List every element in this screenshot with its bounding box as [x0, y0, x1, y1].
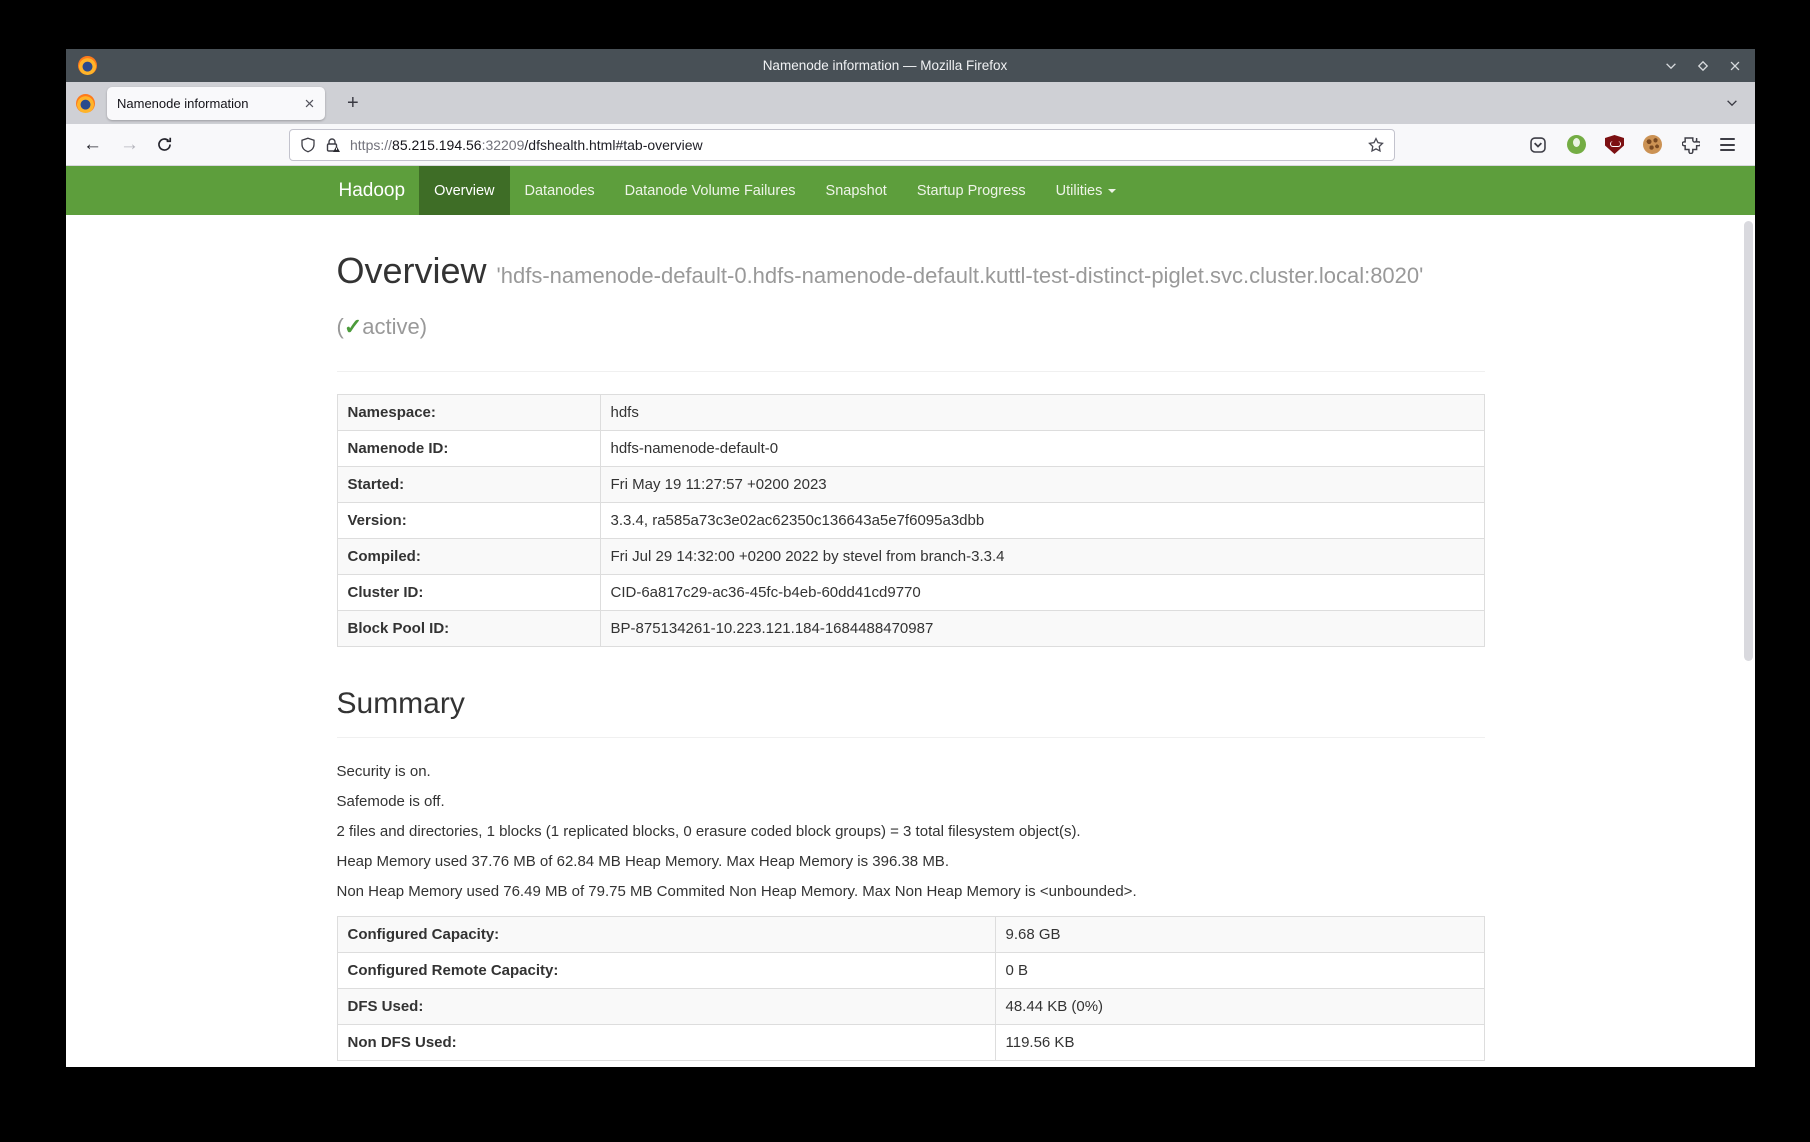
capacity-table: Configured Capacity: 9.68 GB Configured …: [337, 916, 1485, 1061]
hadoop-navbar: Hadoop Overview Datanodes Datanode Volum…: [66, 166, 1755, 215]
status-open-paren: (: [337, 314, 344, 339]
table-row: Namenode ID: hdfs-namenode-default-0: [337, 431, 1484, 467]
table-row: Configured Capacity: 9.68 GB: [337, 917, 1484, 953]
summary-line: Non Heap Memory used 76.49 MB of 79.75 M…: [337, 882, 1485, 902]
row-label: DFS Used:: [337, 989, 995, 1025]
cookie-extension-icon[interactable]: [1643, 135, 1662, 154]
table-row: Started: Fri May 19 11:27:57 +0200 2023: [337, 467, 1484, 503]
cluster-info-table: Namespace: hdfs Namenode ID: hdfs-nameno…: [337, 394, 1485, 647]
table-row: DFS Used: 48.44 KB (0%): [337, 989, 1484, 1025]
firefox-window: Namenode information — Mozilla Firefox N…: [66, 49, 1755, 1067]
url-scheme: https://: [350, 137, 392, 153]
forward-button[interactable]: →: [115, 135, 144, 154]
summary-line: Security is on.: [337, 762, 1485, 782]
tab-close-icon[interactable]: [304, 98, 315, 109]
row-value: Fri May 19 11:27:57 +0200 2023: [600, 467, 1484, 503]
nav-item-snapshot[interactable]: Snapshot: [811, 166, 902, 215]
row-value: BP-875134261-10.223.121.184-168448847098…: [600, 611, 1484, 647]
row-label: Configured Capacity:: [337, 917, 995, 953]
menu-hamburger-icon[interactable]: [1720, 138, 1735, 151]
chevron-down-icon: [1108, 189, 1116, 193]
url-bar[interactable]: https://85.215.194.56:32209/dfshealth.ht…: [289, 129, 1395, 161]
row-value: 3.3.4, ra585a73c3e02ac62350c136643a5e7f6…: [600, 503, 1484, 539]
row-value: 0 B: [995, 953, 1484, 989]
extensions-puzzle-icon[interactable]: [1681, 135, 1701, 155]
navbar-brand[interactable]: Hadoop: [337, 166, 420, 215]
overview-title: Overview: [337, 250, 487, 291]
row-label: Version:: [337, 503, 600, 539]
table-row: Block Pool ID: BP-875134261-10.223.121.1…: [337, 611, 1484, 647]
row-label: Compiled:: [337, 539, 600, 575]
privacy-extension-icon[interactable]: [1567, 135, 1586, 154]
page-content: Overview 'hdfs-namenode-default-0.hdfs-n…: [66, 215, 1755, 1067]
overview-heading: Overview 'hdfs-namenode-default-0.hdfs-n…: [337, 245, 1485, 372]
row-label: Block Pool ID:: [337, 611, 600, 647]
table-row: Configured Remote Capacity: 0 B: [337, 953, 1484, 989]
row-label: Cluster ID:: [337, 575, 600, 611]
firefox-icon: [78, 56, 97, 75]
shield-icon[interactable]: [300, 137, 316, 153]
list-tabs-icon[interactable]: [1725, 96, 1739, 110]
row-value: CID-6a817c29-ac36-45fc-b4eb-60dd41cd9770: [600, 575, 1484, 611]
table-row: Compiled: Fri Jul 29 14:32:00 +0200 2022…: [337, 539, 1484, 575]
row-value: hdfs: [600, 395, 1484, 431]
firefox-view-icon[interactable]: [76, 94, 95, 113]
row-value: 9.68 GB: [995, 917, 1484, 953]
back-button[interactable]: ←: [78, 135, 107, 154]
table-row: Cluster ID: CID-6a817c29-ac36-45fc-b4eb-…: [337, 575, 1484, 611]
nav-item-datanode-volume-failures[interactable]: Datanode Volume Failures: [610, 166, 811, 215]
nav-item-startup-progress[interactable]: Startup Progress: [902, 166, 1041, 215]
scrollbar[interactable]: [1744, 221, 1753, 661]
table-row: Version: 3.3.4, ra585a73c3e02ac62350c136…: [337, 503, 1484, 539]
url-text[interactable]: https://85.215.194.56:32209/dfshealth.ht…: [350, 137, 1360, 153]
close-icon[interactable]: [1727, 58, 1743, 74]
pocket-icon[interactable]: [1528, 135, 1548, 155]
summary-line: Safemode is off.: [337, 792, 1485, 812]
new-tab-button[interactable]: +: [341, 93, 365, 113]
reload-icon[interactable]: [152, 136, 177, 153]
nav-item-datanodes[interactable]: Datanodes: [510, 166, 610, 215]
row-value: hdfs-namenode-default-0: [600, 431, 1484, 467]
summary-line: 2 files and directories, 1 blocks (1 rep…: [337, 822, 1485, 842]
row-label: Non DFS Used:: [337, 1025, 995, 1061]
url-host: 85.215.194.56: [392, 137, 482, 153]
minimize-icon[interactable]: [1663, 58, 1679, 74]
row-label: Configured Remote Capacity:: [337, 953, 995, 989]
summary-line: Heap Memory used 37.76 MB of 62.84 MB He…: [337, 852, 1485, 872]
row-label: Namespace:: [337, 395, 600, 431]
url-path: /dfshealth.html: [524, 137, 615, 153]
desktop-background: Namenode information — Mozilla Firefox N…: [0, 0, 1810, 1142]
nav-item-utilities-label: Utilities: [1056, 183, 1103, 199]
check-icon: ✓: [344, 314, 362, 339]
url-port: :32209: [482, 137, 525, 153]
tab-strip: Namenode information +: [66, 82, 1755, 124]
maximize-icon[interactable]: [1695, 58, 1711, 74]
table-row: Non DFS Used: 119.56 KB: [337, 1025, 1484, 1061]
row-label: Started:: [337, 467, 600, 503]
status-badge: active): [362, 314, 427, 339]
namenode-address: 'hdfs-namenode-default-0.hdfs-namenode-d…: [497, 263, 1424, 288]
row-label: Namenode ID:: [337, 431, 600, 467]
row-value: 119.56 KB: [995, 1025, 1484, 1061]
tab-title: Namenode information: [117, 96, 304, 111]
nav-item-utilities-dropdown[interactable]: Utilities: [1041, 166, 1132, 215]
summary-heading: Summary: [337, 687, 1485, 738]
row-value: Fri Jul 29 14:32:00 +0200 2022 by stevel…: [600, 539, 1484, 575]
bookmark-star-icon[interactable]: [1368, 137, 1384, 153]
nav-item-overview[interactable]: Overview: [419, 166, 509, 215]
url-hash: #tab-overview: [615, 137, 702, 153]
navigation-toolbar: ← → https://85.215.194.56:32209/dfshealt…: [66, 124, 1755, 166]
table-row: Namespace: hdfs: [337, 395, 1484, 431]
row-value: 48.44 KB (0%): [995, 989, 1484, 1025]
ublock-origin-icon[interactable]: [1605, 135, 1624, 154]
window-title: Namenode information — Mozilla Firefox: [107, 58, 1663, 73]
window-titlebar[interactable]: Namenode information — Mozilla Firefox: [66, 49, 1755, 82]
lock-warning-icon[interactable]: [324, 137, 340, 153]
browser-tab[interactable]: Namenode information: [107, 87, 325, 120]
